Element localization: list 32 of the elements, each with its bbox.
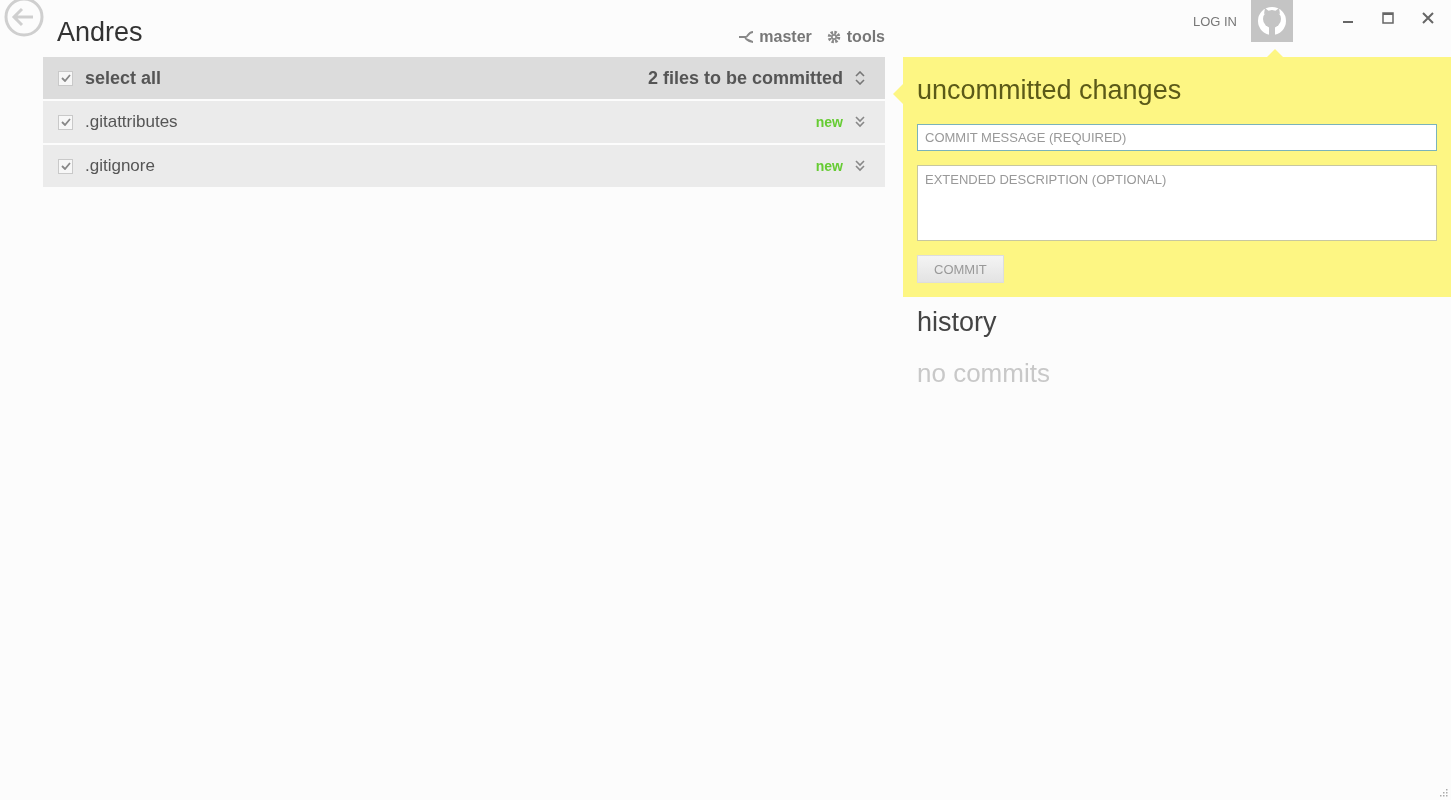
file-name: .gitignore — [85, 156, 156, 176]
file-name: .gitattributes — [85, 112, 179, 132]
file-row[interactable]: .gitignore new — [43, 145, 885, 187]
gear-icon — [825, 30, 842, 44]
resize-grip-icon[interactable] — [1439, 788, 1448, 797]
tools-button[interactable]: tools — [825, 28, 885, 46]
maximize-icon — [1382, 12, 1394, 24]
file-status: new — [815, 158, 843, 174]
commit-message-field[interactable]: COMMIT MESSAGE (REQUIRED) — [917, 124, 1437, 151]
select-all-label[interactable]: select all — [85, 67, 636, 89]
sort-icon[interactable] — [855, 71, 865, 85]
branch-icon — [738, 30, 755, 44]
account-avatar[interactable] — [1251, 0, 1293, 42]
history-title: history — [917, 307, 998, 338]
branch-button[interactable]: master — [738, 28, 812, 46]
maximize-button[interactable] — [1379, 10, 1397, 26]
expand-icon[interactable] — [855, 116, 865, 128]
file-status: new — [815, 114, 843, 130]
minimize-icon — [1342, 21, 1354, 23]
avatar-silhouette-icon — [1256, 5, 1288, 37]
checkbox[interactable] — [58, 70, 73, 86]
expand-icon[interactable] — [855, 160, 865, 172]
close-button[interactable] — [1419, 10, 1437, 26]
file-row[interactable]: .gitattributes new — [43, 101, 885, 143]
repository-name: Andres — [57, 17, 144, 48]
close-icon — [1422, 12, 1434, 24]
login-link[interactable]: LOG IN — [1192, 14, 1237, 29]
description-field[interactable]: EXTENDED DESCRIPTION (OPTIONAL) — [917, 165, 1437, 241]
panel-title: uncommitted changes — [917, 75, 1183, 106]
files-summary: 2 files to be committed — [647, 67, 843, 89]
checkbox[interactable] — [58, 114, 73, 130]
checkbox[interactable] — [58, 158, 73, 174]
